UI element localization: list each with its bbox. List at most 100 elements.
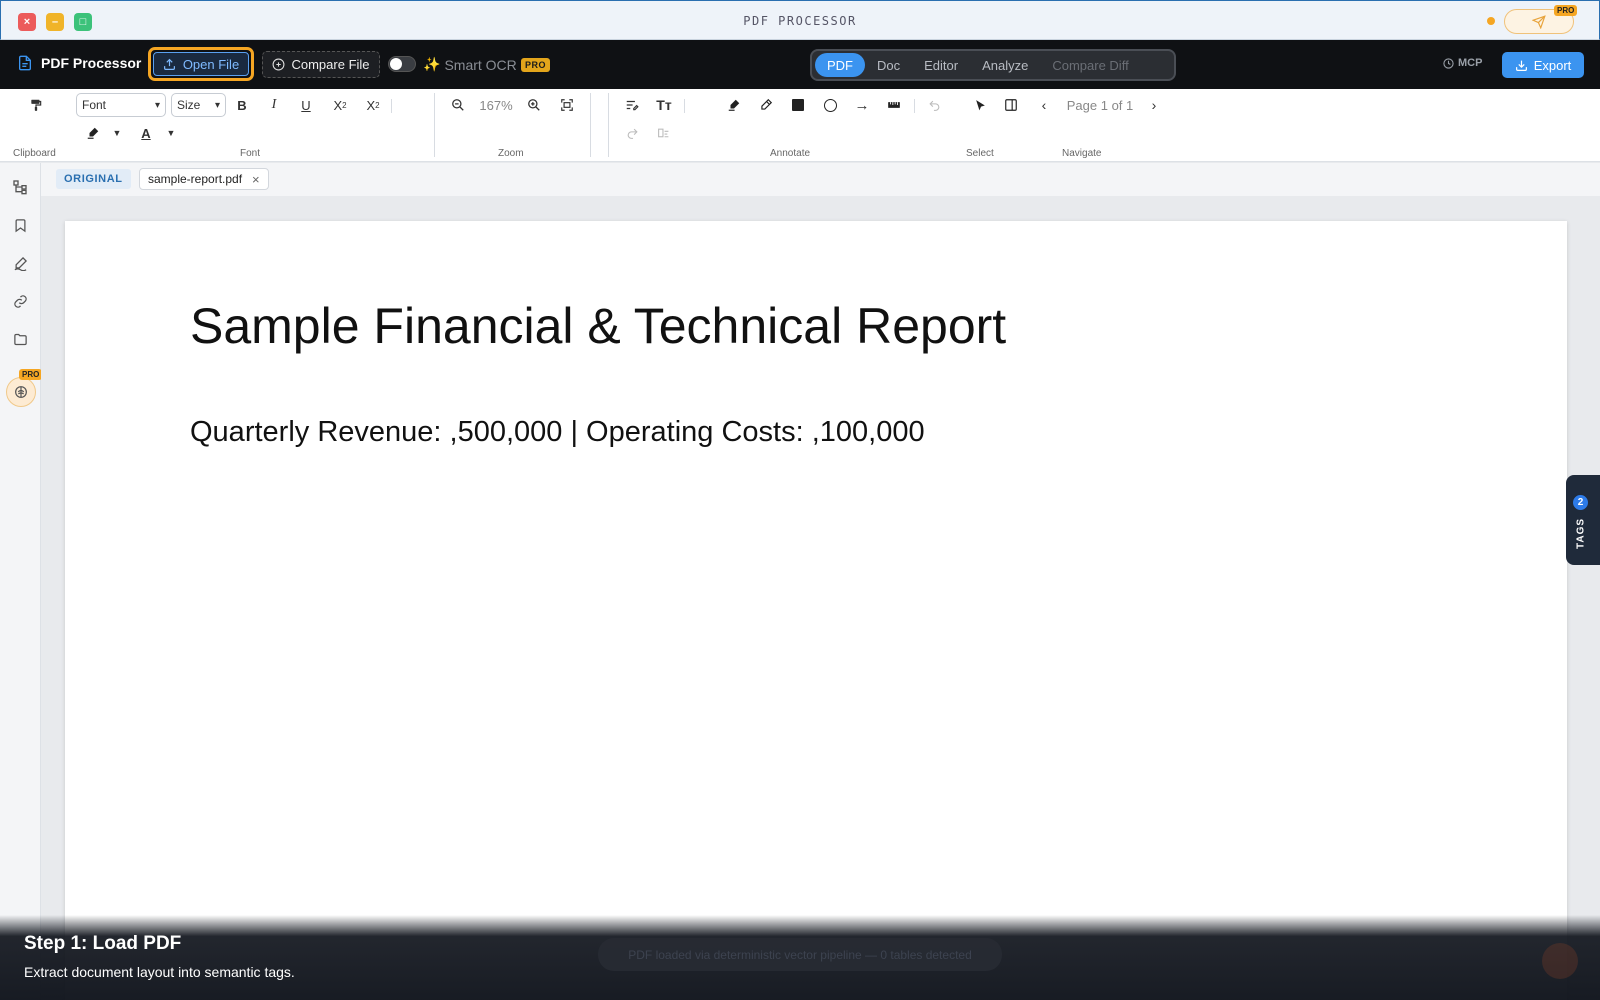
panel-toggle-button[interactable] — [1001, 95, 1021, 115]
font-family-select[interactable]: Font ▾ — [76, 93, 166, 117]
pen-tool-button[interactable] — [756, 95, 776, 115]
tab-doc[interactable]: Doc — [865, 53, 912, 77]
group-divider — [590, 93, 591, 157]
file-tab[interactable]: sample-report.pdf × — [139, 168, 269, 190]
folder-icon[interactable] — [11, 330, 29, 348]
select-tool-button[interactable] — [970, 95, 990, 115]
text-edit-icon — [626, 100, 639, 111]
format-painter-button[interactable] — [26, 95, 46, 115]
mode-tabs: PDF Doc Editor Analyze Compare Diff — [810, 49, 1176, 81]
window-titlebar: × – □ PDF PROCESSOR PRO — [0, 0, 1600, 40]
help-button[interactable] — [1542, 943, 1578, 979]
highlighter-icon — [728, 99, 740, 111]
chevron-left-icon: ‹ — [1041, 97, 1047, 113]
previous-page-button[interactable]: ‹ — [1035, 95, 1053, 115]
plus-circle-icon — [273, 58, 285, 71]
text-color-button[interactable]: A — [136, 123, 156, 143]
measure-tool-button[interactable] — [884, 95, 904, 115]
underline-button[interactable]: U — [296, 95, 316, 115]
superscript-button[interactable]: X2 — [329, 95, 351, 115]
rectangle-tool-button[interactable] — [788, 95, 808, 115]
link-icon[interactable] — [11, 292, 29, 310]
highlight-color-button[interactable] — [83, 123, 103, 143]
smart-ocr-toggle[interactable] — [388, 56, 416, 72]
italic-button[interactable]: I — [264, 95, 284, 115]
zoom-in-button[interactable] — [524, 95, 544, 115]
upload-icon — [163, 58, 175, 70]
zoom-out-button[interactable] — [448, 95, 468, 115]
left-sidebar: PRO — [0, 163, 43, 1000]
mcp-label: MCP — [1458, 57, 1483, 69]
export-button[interactable]: Export — [1502, 52, 1584, 78]
paint-roller-icon — [31, 99, 42, 111]
zoom-level[interactable]: 167% — [476, 95, 516, 115]
subscript-button[interactable]: X2 — [362, 95, 384, 115]
mcp-button[interactable]: MCP — [1443, 57, 1482, 69]
smart-ocr: ✨ Smart OCR — [423, 56, 517, 73]
undo-button[interactable] — [924, 95, 944, 115]
download-icon — [1515, 60, 1527, 71]
redo-button[interactable] — [622, 123, 642, 143]
brain-icon — [15, 386, 27, 398]
clear-annotations-button[interactable] — [653, 123, 673, 143]
signature-icon[interactable] — [11, 254, 29, 272]
ribbon-divider — [914, 99, 915, 113]
step-description: Extract document layout into semantic ta… — [24, 964, 295, 980]
tab-analyze[interactable]: Analyze — [970, 53, 1040, 77]
ai-feature-button[interactable] — [6, 377, 36, 407]
group-label-annotate: Annotate — [770, 148, 811, 159]
font-size-select[interactable]: Size ▾ — [171, 93, 226, 117]
close-tab-button[interactable]: × — [252, 172, 260, 187]
compare-file-label: Compare File — [291, 57, 370, 72]
tags-count-badge: 2 — [1573, 495, 1588, 510]
clock-icon — [1443, 57, 1454, 69]
window-title: PDF PROCESSOR — [743, 14, 857, 28]
chevron-down-icon: ▾ — [154, 99, 160, 111]
group-label-clipboard: Clipboard — [13, 148, 56, 159]
bookmark-icon[interactable] — [11, 216, 29, 234]
sidebar-panel-icon — [1005, 99, 1017, 111]
compare-file-button[interactable]: Compare File — [262, 51, 380, 78]
tab-pdf[interactable]: PDF — [815, 53, 865, 77]
send-pro-badge: PRO — [1554, 5, 1578, 16]
cursor-icon — [975, 99, 985, 110]
document-icon — [19, 55, 31, 71]
smart-ocr-label: Smart OCR — [444, 56, 517, 73]
arrow-tool-button[interactable]: → — [852, 95, 872, 115]
add-text-button[interactable]: Tт — [653, 95, 675, 115]
fit-page-button[interactable] — [557, 95, 577, 115]
original-badge: ORIGINAL — [56, 169, 131, 189]
highlight-color-dropdown[interactable]: ▼ — [110, 123, 124, 143]
bold-button[interactable]: B — [232, 95, 252, 115]
text-color-dropdown[interactable]: ▼ — [164, 123, 178, 143]
status-dot — [1487, 17, 1495, 25]
ai-pro-badge: PRO — [19, 369, 43, 380]
edit-text-button[interactable] — [622, 95, 642, 115]
document-tabs: ORIGINAL sample-report.pdf × — [41, 163, 1600, 196]
step-title: Step 1: Load PDF — [24, 933, 182, 954]
send-icon — [1532, 14, 1546, 29]
document-revenue-line: Quarterly Revenue: ,500,000 | Operating … — [190, 416, 925, 448]
main-toolbar: PDF Processor Open File Compare File ✨ S… — [0, 40, 1600, 89]
arrow-right-icon: → — [854, 96, 870, 114]
undo-icon — [928, 100, 939, 111]
structure-icon[interactable] — [11, 178, 29, 196]
tab-editor[interactable]: Editor — [912, 53, 970, 77]
ribbon-divider — [391, 99, 392, 113]
highlight-tool-button[interactable] — [724, 95, 744, 115]
smart-ocr-pro-badge: PRO — [521, 58, 551, 72]
app-logo: PDF Processor — [17, 54, 141, 72]
group-divider — [608, 93, 609, 157]
group-label-navigate: Navigate — [1062, 148, 1102, 159]
circle-icon — [823, 98, 837, 112]
tab-compare-diff[interactable]: Compare Diff — [1040, 53, 1140, 77]
next-page-button[interactable]: › — [1145, 95, 1163, 115]
group-divider — [434, 93, 435, 157]
open-file-button[interactable]: Open File — [148, 47, 254, 81]
open-file-label: Open File — [182, 56, 240, 72]
clear-icon — [657, 128, 668, 137]
circle-tool-button[interactable] — [820, 95, 840, 115]
status-toast: PDF loaded via deterministic vector pipe… — [598, 938, 1002, 971]
chevron-right-icon: › — [1151, 97, 1157, 113]
ruler-icon — [888, 102, 900, 108]
